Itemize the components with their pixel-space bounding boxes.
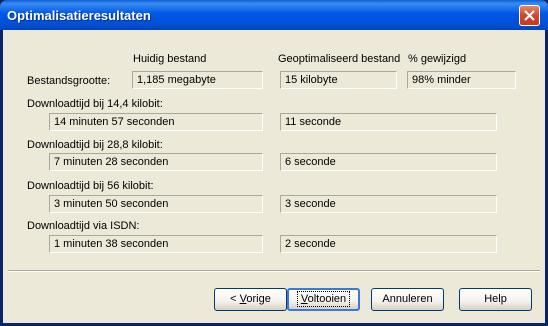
finish-button[interactable]: Voltooien: [287, 288, 360, 311]
download-optimized: 6 seconde: [280, 153, 497, 171]
download-label: Downloadtijd bij 56 kilobit:: [27, 180, 154, 192]
download-current: 7 minuten 28 seconden: [49, 153, 263, 171]
download-optimized: 3 seconde: [280, 195, 497, 213]
dialog-body: Huidig bestand Geoptimaliseerd bestand %…: [3, 30, 545, 323]
download-current: 1 minuten 38 seconden: [49, 235, 263, 253]
back-prefix: <: [230, 293, 240, 305]
close-button[interactable]: [519, 5, 540, 26]
download-label: Downloadtijd bij 28,8 kilobit:: [27, 139, 163, 151]
file-size-optimized: 15 kilobyte: [280, 71, 397, 89]
download-current: 14 minuten 57 seconden: [49, 113, 263, 131]
file-size-current: 1,185 megabyte: [132, 71, 263, 89]
download-optimized: 11 seconde: [280, 113, 497, 131]
back-button[interactable]: < Vorige: [214, 288, 287, 311]
finish-rest: oltooien: [307, 293, 347, 305]
close-icon: [524, 10, 535, 21]
dialog-window: Optimalisatieresultaten Huidig bestand G…: [0, 0, 548, 326]
help-label: Help: [484, 293, 507, 305]
cancel-label: Annuleren: [382, 293, 433, 305]
cancel-button[interactable]: Annuleren: [371, 288, 444, 311]
download-label: Downloadtijd bij 14,4 kilobit:: [27, 98, 163, 110]
title-bar[interactable]: Optimalisatieresultaten: [0, 0, 548, 30]
download-optimized: 2 seconde: [280, 235, 497, 253]
header-optimized: Geoptimaliseerd bestand: [278, 53, 401, 65]
separator: [8, 270, 540, 272]
header-current: Huidig bestand: [133, 53, 207, 65]
help-button[interactable]: Help: [459, 288, 532, 311]
finish-accel: V: [300, 293, 308, 305]
download-current: 3 minuten 50 seconden: [49, 195, 263, 213]
download-label: Downloadtijd via ISDN:: [27, 220, 140, 232]
header-changed: % gewijzigd: [408, 53, 467, 65]
back-rest: orige: [246, 293, 271, 305]
file-size-label: Bestandsgrootte:: [27, 75, 111, 87]
file-size-changed: 98% minder: [407, 71, 516, 89]
window-title: Optimalisatieresultaten: [7, 8, 151, 23]
